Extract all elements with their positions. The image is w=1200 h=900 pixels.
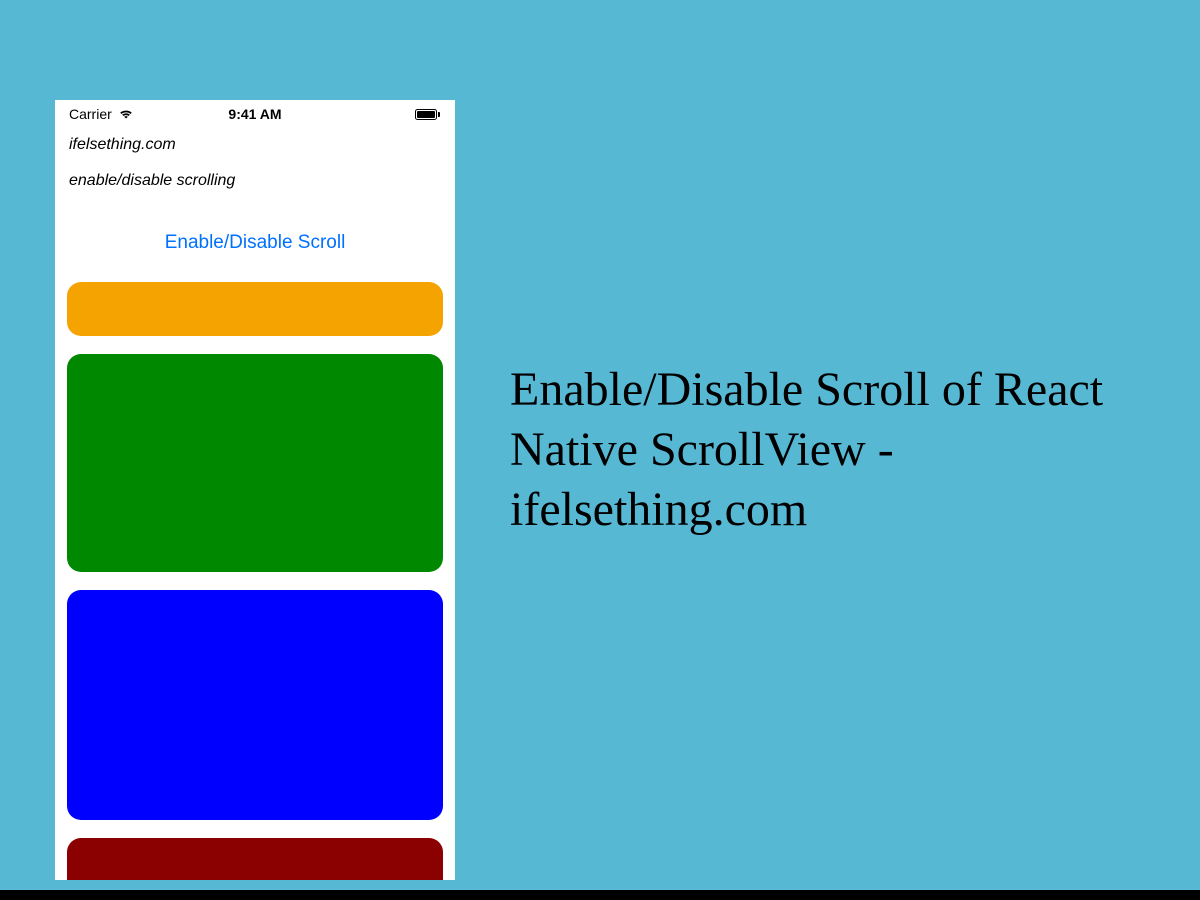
scroll-item-green [67, 354, 443, 572]
wifi-icon [118, 108, 134, 120]
site-label: ifelsething.com [69, 136, 441, 154]
scroll-item-darkred [67, 838, 443, 880]
status-time: 9:41 AM [228, 106, 281, 122]
battery-icon [415, 108, 441, 121]
scroll-item-blue [67, 590, 443, 820]
phone-simulator-frame: Carrier 9:41 AM ifelsething.com enable/d… [55, 100, 455, 880]
status-bar: Carrier 9:41 AM [55, 100, 455, 126]
app-header: ifelsething.com enable/disable scrolling [55, 126, 455, 196]
article-headline: Enable/Disable Scroll of React Native Sc… [510, 360, 1150, 540]
bottom-border [0, 890, 1200, 900]
scroll-item-orange [67, 282, 443, 336]
toggle-scroll-button[interactable]: Enable/Disable Scroll [55, 196, 455, 282]
subtitle-label: enable/disable scrolling [69, 172, 441, 190]
status-left: Carrier [69, 106, 134, 122]
scroll-view[interactable] [55, 282, 455, 880]
carrier-label: Carrier [69, 106, 112, 122]
